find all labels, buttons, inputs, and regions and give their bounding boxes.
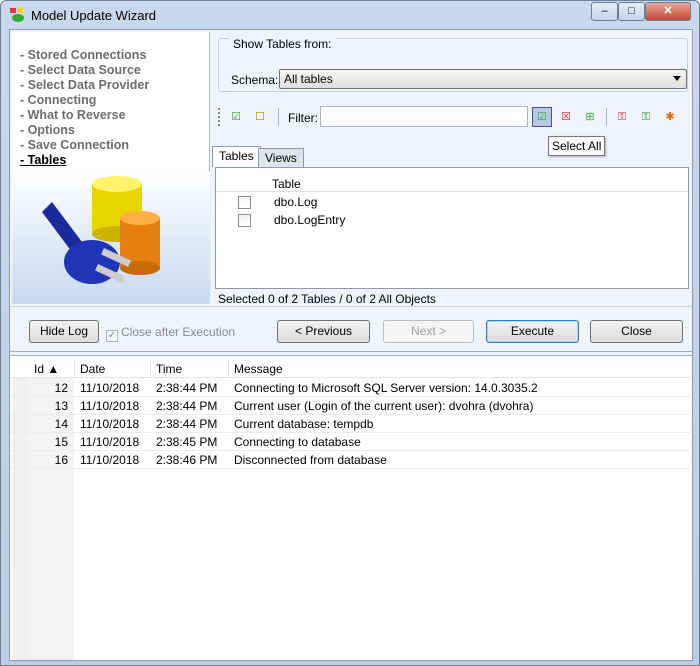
log-row[interactable]: 15 11/10/2018 2:38:45 PM Connecting to data…: [10, 433, 690, 451]
wizard-illustration: [12, 172, 210, 304]
selection-status: Selected 0 of 2 Tables / 0 of 2 All Obje…: [218, 292, 436, 306]
deselect-all-icon[interactable]: ☒: [556, 107, 576, 127]
tables-panel: Show Tables from: Schema: All tables ☑ ☐…: [212, 32, 692, 306]
log-message: Connecting to Microsoft SQL Server versi…: [234, 381, 538, 395]
step-item: - Tables: [20, 153, 67, 167]
step-item: - Stored Connections: [20, 48, 147, 62]
close-after-execution-checkbox[interactable]: ✓ Close after Execution: [106, 325, 235, 342]
steps-panel: - Stored Connections - Select Data Source…: [12, 32, 210, 304]
table-name: dbo.LogEntry: [274, 213, 346, 227]
database-plug-icon: [42, 176, 160, 284]
log-id: 16: [54, 453, 68, 467]
filter-label: Filter:: [288, 111, 318, 125]
close-button[interactable]: Close: [590, 320, 683, 343]
check-list-icon[interactable]: ☑: [226, 107, 246, 127]
log-id: 12: [54, 381, 68, 395]
log-time: 2:38:46 PM: [156, 453, 218, 467]
step-item: - Select Data Provider: [20, 78, 150, 92]
next-button[interactable]: Next >: [383, 320, 474, 343]
log-header: Id ▲ Date Time Message: [10, 360, 690, 378]
checkmark-icon: ✓: [106, 330, 118, 342]
app-icon: [10, 8, 24, 22]
row-checkbox[interactable]: [238, 196, 251, 209]
execute-button[interactable]: Execute: [486, 320, 579, 343]
tab-tables[interactable]: Tables: [212, 146, 261, 167]
log-message: Connecting to database: [234, 435, 361, 449]
column-message[interactable]: Message: [234, 362, 283, 376]
select-all-icon[interactable]: ☑: [532, 107, 552, 127]
schema-dropdown[interactable]: All tables: [279, 69, 687, 89]
grid-header: Table: [216, 174, 688, 192]
chevron-down-icon: [673, 76, 681, 81]
previous-button[interactable]: < Previous: [277, 320, 370, 343]
window-title: Model Update Wizard: [31, 8, 156, 23]
log-row[interactable]: 12 11/10/2018 2:38:44 PM Connecting to Micr…: [10, 379, 690, 397]
log-message: Current database: tempdb: [234, 417, 374, 431]
log-date: 11/10/2018: [80, 453, 140, 467]
step-item: - Save Connection: [20, 138, 130, 152]
close-window-button[interactable]: ✕: [645, 2, 691, 21]
table-name: dbo.Log: [274, 195, 318, 209]
log-time: 2:38:44 PM: [156, 381, 218, 395]
invert-selection-icon[interactable]: ⊞: [580, 107, 600, 127]
column-table[interactable]: Table: [272, 177, 301, 191]
schema-label: Schema:: [231, 73, 279, 87]
toolbar: ☑ ☐ Filter: ☑ ☒ ⊞ ⚿ ⚿ ✱: [216, 104, 688, 130]
log-date: 11/10/2018: [80, 381, 140, 395]
table-row[interactable]: dbo.LogEntry: [216, 211, 688, 229]
filter-input[interactable]: [320, 106, 528, 127]
primary-key-icon[interactable]: ⚿: [612, 107, 632, 127]
log-id: 13: [54, 399, 68, 413]
schema-value: All tables: [284, 72, 333, 86]
log-message: Disconnected from database: [234, 453, 387, 467]
hide-log-button[interactable]: Hide Log: [29, 320, 99, 343]
log-row[interactable]: 13 11/10/2018 2:38:44 PM Current user (Logi…: [10, 397, 690, 415]
log-date: 11/10/2018: [80, 435, 140, 449]
steps-list: - Stored Connections - Select Data Source…: [20, 48, 149, 168]
all-keys-icon[interactable]: ✱: [660, 107, 680, 127]
wizard-client: - Stored Connections - Select Data Source…: [9, 29, 693, 661]
step-item: - Connecting: [20, 93, 97, 107]
column-id[interactable]: Id ▲: [34, 362, 59, 376]
maximize-button[interactable]: □: [618, 2, 645, 21]
group-label: Show Tables from:: [229, 37, 336, 51]
column-time[interactable]: Time: [156, 362, 182, 376]
log-date: 11/10/2018: [80, 399, 140, 413]
minimize-button[interactable]: ‒: [591, 2, 618, 21]
select-all-tooltip: Select All: [548, 136, 606, 156]
foreign-key-icon[interactable]: ⚿: [636, 107, 656, 127]
row-checkbox[interactable]: [238, 214, 251, 227]
table-row[interactable]: dbo.Log: [216, 193, 688, 211]
log-row[interactable]: 14 11/10/2018 2:38:44 PM Current database: …: [10, 415, 690, 433]
log-time: 2:38:44 PM: [156, 399, 218, 413]
log-date: 11/10/2018: [80, 417, 140, 431]
tab-views[interactable]: Views: [258, 148, 304, 167]
log-id: 15: [54, 435, 68, 449]
tables-grid: Table dbo.Log dbo.LogEntry: [215, 167, 689, 289]
log-row[interactable]: 16 11/10/2018 2:38:46 PM Disconnected from …: [10, 451, 690, 469]
title-bar: Model Update Wizard ‒ □ ✕: [1, 1, 699, 29]
column-date[interactable]: Date: [80, 362, 105, 376]
checkbox-label: Close after Execution: [121, 325, 236, 339]
log-grid: Id ▲ Date Time Message 12 11/10/2018 2:38:…: [10, 355, 692, 660]
log-id: 14: [54, 417, 68, 431]
step-item: - Options: [20, 123, 75, 137]
log-time: 2:38:44 PM: [156, 417, 218, 431]
wizard-window: Model Update Wizard ‒ □ ✕ - Stored Conne…: [0, 0, 700, 666]
button-bar: Hide Log ✓ Close after Execution < Previo…: [10, 306, 692, 352]
show-tables-group: Show Tables from: Schema: All tables: [218, 37, 688, 92]
step-item: - What to Reverse: [20, 108, 126, 122]
uncheck-list-icon[interactable]: ☐: [250, 107, 270, 127]
log-message: Current user (Login of the current user)…: [234, 399, 534, 413]
log-time: 2:38:45 PM: [156, 435, 218, 449]
step-item: - Select Data Source: [20, 63, 141, 77]
